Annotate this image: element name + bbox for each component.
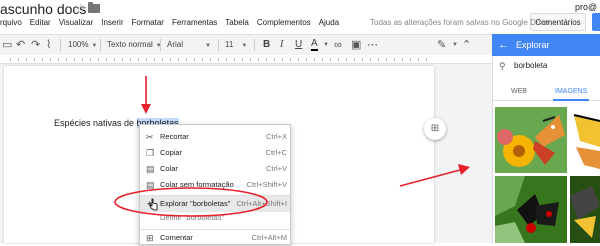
- context-menu-paste[interactable]: ▤ Colar Ctrl+V: [140, 161, 290, 177]
- style-value: Texto normal: [107, 40, 153, 49]
- paint-format-icon[interactable]: ⌇: [46, 35, 51, 55]
- menu-item-label: Recortar: [160, 132, 189, 141]
- menu-bar: rquivo Editar Visualizar Inserir Formata…: [0, 18, 347, 32]
- add-comment-button[interactable]: ⊞: [424, 118, 446, 140]
- scissors-icon: ✂: [146, 132, 154, 142]
- image-result-3[interactable]: [495, 176, 567, 243]
- context-menu-comment[interactable]: ⊞ Comentar Ctrl+Alt+M: [140, 230, 290, 246]
- font-value: Arial: [167, 40, 184, 49]
- context-menu-paste-plain[interactable]: ▤ Colar sem formatação Ctrl+Shift+V: [140, 177, 290, 193]
- text-color-icon[interactable]: A: [311, 35, 318, 51]
- star-icon[interactable]: ☆: [75, 1, 87, 17]
- menu-view[interactable]: Visualizar: [59, 18, 94, 32]
- folder-icon[interactable]: [88, 2, 100, 13]
- add-comment-icon: ⊞: [430, 123, 440, 134]
- menu-edit[interactable]: Editar: [30, 18, 51, 32]
- ruler-ticks: [10, 58, 430, 61]
- more-options-icon[interactable]: ⋯: [367, 35, 378, 55]
- menu-help[interactable]: Ajuda: [319, 18, 339, 32]
- editing-mode-icon[interactable]: ✎: [437, 35, 446, 55]
- butterfly-image: [570, 176, 600, 243]
- zoom-select[interactable]: 100% ▼: [68, 35, 97, 55]
- menu-item-shortcut: Ctrl+Shift+V: [246, 180, 287, 189]
- explore-tabs: WEB IMAGENS: [492, 84, 600, 101]
- menu-item-label: Colar sem formatação: [160, 180, 234, 189]
- save-status[interactable]: Todas as alterações foram salvas no Goog…: [370, 18, 549, 27]
- font-size-value: 11: [225, 40, 234, 49]
- document-title[interactable]: ascunho docs: [0, 0, 86, 18]
- menu-addons[interactable]: Complementos: [257, 18, 311, 32]
- chevron-down-icon: ▼: [205, 43, 211, 49]
- menu-item-shortcut: Ctrl+Alt+M: [251, 233, 287, 242]
- menu-table[interactable]: Tabela: [225, 18, 249, 32]
- image-result-4[interactable]: [570, 176, 600, 243]
- tab-web[interactable]: WEB: [511, 84, 527, 100]
- butterfly-image: [495, 176, 567, 243]
- print-icon[interactable]: ▭: [2, 35, 12, 55]
- undo-icon[interactable]: ↶: [16, 35, 25, 55]
- paste-plain-icon: ▤: [146, 180, 155, 190]
- menu-format[interactable]: Formatar: [131, 18, 163, 32]
- font-select[interactable]: Arial ▼: [167, 35, 211, 55]
- copy-icon: ❐: [146, 148, 155, 158]
- explore-search-query: borboleta: [514, 61, 548, 70]
- menu-item-shortcut: Ctrl+C: [265, 148, 287, 157]
- hand-cursor-icon: [149, 198, 158, 211]
- zoom-value: 100%: [68, 40, 89, 49]
- explore-search[interactable]: ⚲ borboleta: [497, 58, 597, 74]
- menu-item-label: Definir "borboletas": [160, 213, 225, 222]
- underline-icon[interactable]: U: [295, 35, 302, 55]
- tab-images[interactable]: IMAGENS: [552, 84, 590, 101]
- image-result-1[interactable]: [495, 107, 567, 173]
- link-icon[interactable]: ∞: [334, 35, 342, 55]
- butterfly-image: [570, 107, 600, 173]
- menu-item-label: Colar: [160, 164, 178, 173]
- chevron-down-icon[interactable]: ▼: [323, 35, 329, 55]
- chevron-down-icon: ▼: [91, 43, 98, 49]
- redo-icon[interactable]: ↷: [31, 35, 40, 55]
- image-result-2[interactable]: [570, 107, 600, 173]
- chevron-down-icon[interactable]: ▼: [452, 35, 458, 55]
- italic-icon[interactable]: I: [280, 35, 283, 55]
- menu-insert[interactable]: Inserir: [101, 18, 123, 32]
- menu-item-label: Comentar: [160, 233, 193, 242]
- paste-icon: ▤: [146, 164, 155, 174]
- menu-item-label: Copiar: [160, 148, 183, 157]
- context-menu-copy[interactable]: ❐ Copiar Ctrl+C: [140, 145, 290, 161]
- comment-icon[interactable]: ▣: [351, 35, 361, 55]
- menu-item-shortcut: Ctrl+V: [265, 164, 287, 173]
- style-select[interactable]: Texto normal ▼: [107, 35, 162, 55]
- menu-tools[interactable]: Ferramentas: [172, 18, 217, 32]
- menu-item-shortcut: Ctrl+X: [265, 132, 287, 141]
- context-menu: ✂ Recortar Ctrl+X ❐ Copiar Ctrl+C ▤ Cola…: [139, 124, 291, 245]
- collapse-menus-icon[interactable]: ⌃: [462, 35, 471, 55]
- butterfly-image: [495, 107, 567, 173]
- search-icon: ⚲: [499, 61, 506, 71]
- bold-icon[interactable]: B: [263, 35, 270, 55]
- context-menu-cut[interactable]: ✂ Recortar Ctrl+X: [140, 129, 290, 145]
- font-size-select[interactable]: 11 ▼: [225, 35, 247, 55]
- context-menu-define[interactable]: Definir "borboletas": [140, 210, 290, 226]
- comment-icon: ⊞: [146, 233, 154, 243]
- chevron-down-icon: ▼: [241, 43, 248, 49]
- user-email[interactable]: pro@: [575, 2, 597, 12]
- menu-file[interactable]: rquivo: [0, 18, 22, 32]
- back-arrow-icon[interactable]: ←: [498, 34, 509, 56]
- share-button[interactable]: [592, 13, 600, 31]
- text-before-selection: Espécies nativas de: [54, 118, 137, 128]
- explore-title: Explorar: [516, 40, 550, 50]
- explore-header: ← Explorar: [492, 34, 600, 56]
